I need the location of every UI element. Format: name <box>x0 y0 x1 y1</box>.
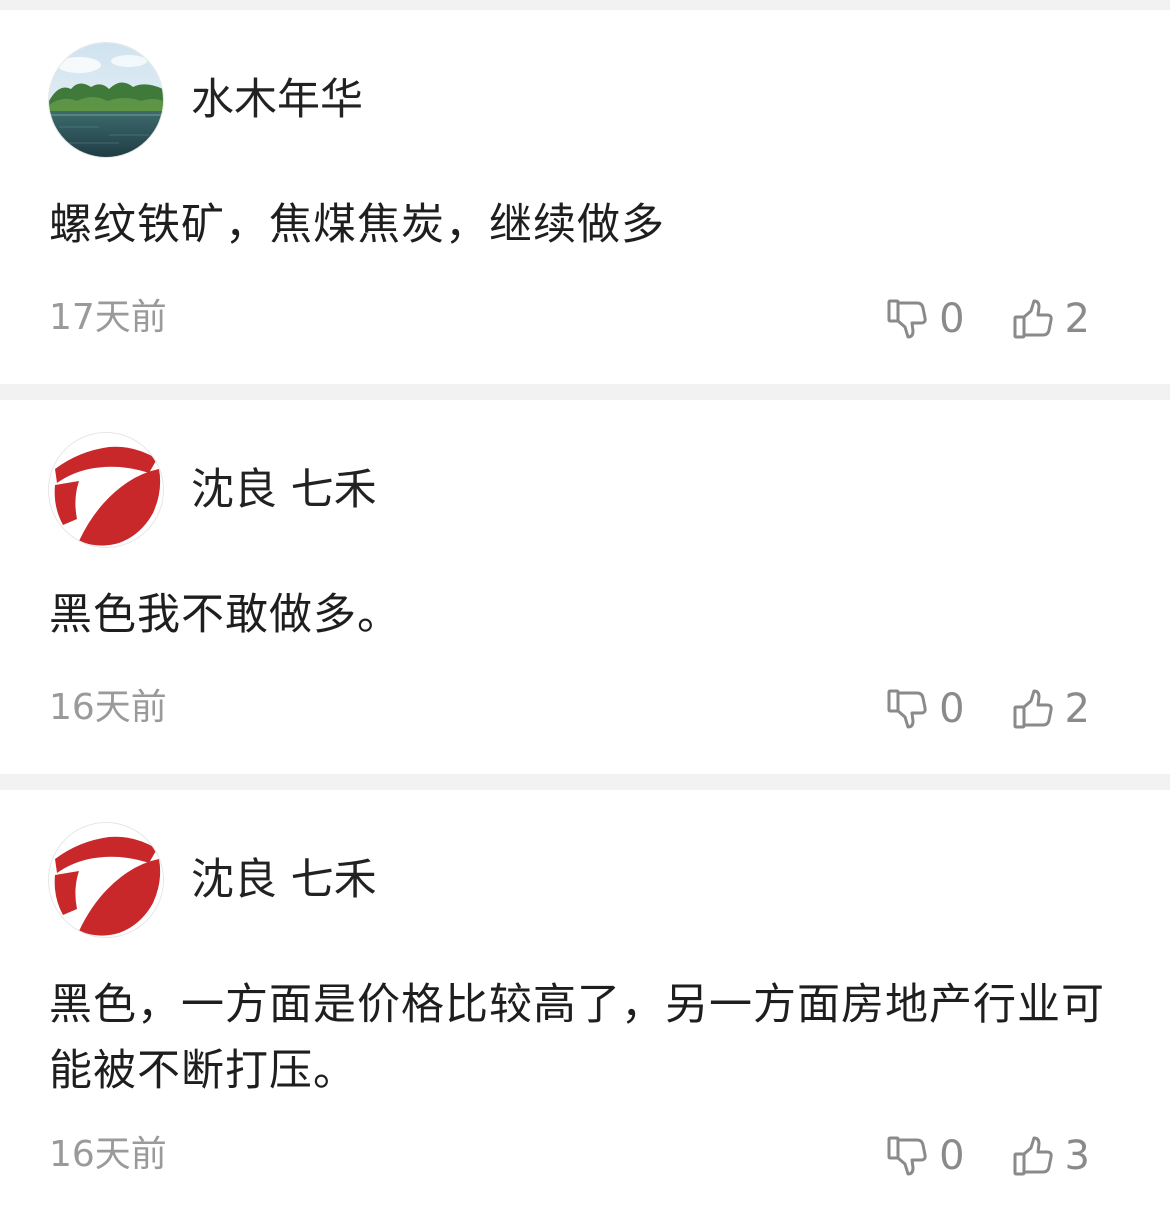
like-count: 2 <box>1064 296 1090 342</box>
dislike-count: 0 <box>939 1133 965 1179</box>
qihe-logo-icon <box>49 823 163 937</box>
comment-time: 16天前 <box>49 687 167 728</box>
top-gap <box>0 0 1170 10</box>
comment-item: 沈良 七禾 黑色我不敢做多。 16天前 0 2 <box>0 400 1170 774</box>
dislike-count: 0 <box>939 686 965 732</box>
like-count: 3 <box>1064 1133 1090 1179</box>
comment-actions: 0 2 <box>885 684 1090 734</box>
comment-text: 黑色，一方面是价格比较高了，另一方面房地产行业可能被不断打压。 <box>49 980 1105 1096</box>
thumbs-down-icon <box>887 689 927 729</box>
comment-actions: 0 3 <box>885 1131 1090 1181</box>
avatar[interactable] <box>49 823 163 937</box>
comment-item: 沈良 七禾 黑色，一方面是价格比较高了，另一方面房地产行业可能被不断打压。 16… <box>0 790 1170 1225</box>
comment-text: 黑色我不敢做多。 <box>49 590 401 640</box>
thumbs-up-icon <box>1013 689 1053 729</box>
like-button[interactable]: 3 <box>1011 1131 1090 1181</box>
like-button[interactable]: 2 <box>1011 684 1090 734</box>
qihe-logo-icon <box>49 433 163 547</box>
username[interactable]: 水木年华 <box>191 72 363 128</box>
comment-item: 水木年华 螺纹铁矿，焦煤焦炭，继续做多 17天前 0 2 <box>0 10 1170 384</box>
thumbs-down-icon <box>887 299 927 339</box>
thumbs-up-icon <box>1013 299 1053 339</box>
separator <box>0 774 1170 790</box>
thumbs-up-icon <box>1013 1136 1053 1176</box>
username[interactable]: 沈良 七禾 <box>191 462 377 518</box>
thumbs-down-icon <box>887 1136 927 1176</box>
username[interactable]: 沈良 七禾 <box>191 852 377 908</box>
comment-time: 16天前 <box>49 1134 167 1175</box>
landscape-avatar-image <box>49 43 163 157</box>
dislike-button[interactable]: 0 <box>885 1131 965 1181</box>
comment-time: 17天前 <box>49 297 167 338</box>
dislike-count: 0 <box>939 296 965 342</box>
separator <box>0 384 1170 400</box>
dislike-button[interactable]: 0 <box>885 684 965 734</box>
like-count: 2 <box>1064 686 1090 732</box>
comment-actions: 0 2 <box>885 294 1090 344</box>
avatar[interactable] <box>49 43 163 157</box>
comment-text: 螺纹铁矿，焦煤焦炭，继续做多 <box>49 200 665 250</box>
avatar[interactable] <box>49 433 163 547</box>
like-button[interactable]: 2 <box>1011 294 1090 344</box>
dislike-button[interactable]: 0 <box>885 294 965 344</box>
